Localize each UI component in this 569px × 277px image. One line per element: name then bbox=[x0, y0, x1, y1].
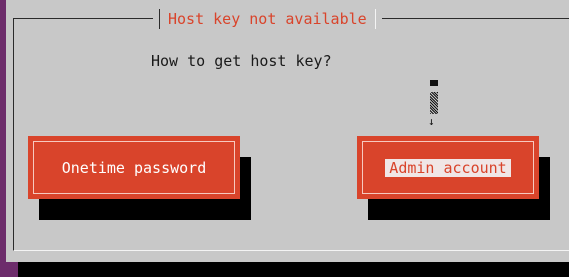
scroll-thumb[interactable] bbox=[430, 92, 438, 114]
scroll-up-indicator[interactable] bbox=[430, 80, 438, 86]
admin-account-button[interactable]: Admin account bbox=[357, 136, 539, 199]
admin-account-button-label: Admin account bbox=[385, 158, 511, 177]
dialog-shadow bbox=[18, 262, 569, 277]
onetime-password-button-inner: Onetime password bbox=[33, 141, 235, 194]
title-right-divider bbox=[374, 9, 376, 29]
dialog-question: How to get host key? bbox=[151, 52, 332, 70]
dialog-title-bar: Host key not available bbox=[153, 8, 382, 30]
onetime-password-button[interactable]: Onetime password bbox=[28, 136, 240, 199]
arrow-down-icon[interactable]: ↓ bbox=[428, 116, 435, 128]
onetime-password-button-label: Onetime password bbox=[61, 158, 207, 177]
host-key-dialog: Host key not available How to get host k… bbox=[6, 0, 569, 262]
dialog-title: Host key not available bbox=[168, 10, 367, 28]
admin-account-button-inner: Admin account bbox=[362, 141, 534, 194]
